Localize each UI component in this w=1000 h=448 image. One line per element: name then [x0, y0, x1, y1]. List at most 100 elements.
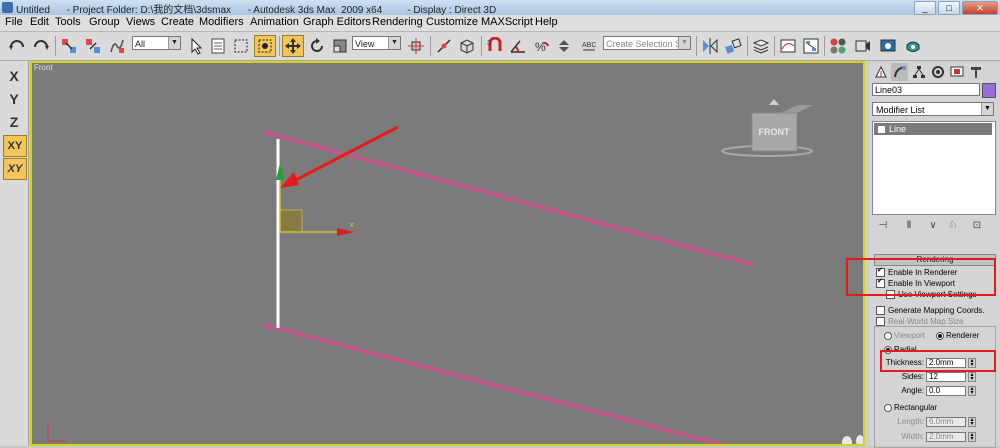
gizmo-x-arrow[interactable]: [337, 228, 354, 236]
select-object-icon[interactable]: [185, 35, 207, 57]
menu-modifiers[interactable]: Modifiers: [199, 16, 244, 28]
viewcube-up-arrow[interactable]: [769, 99, 779, 105]
menu-maxscript[interactable]: MAXScript: [481, 16, 533, 28]
sides-field[interactable]: 12: [926, 372, 966, 382]
front-viewport[interactable]: x FRONT Front: [30, 61, 865, 446]
select-and-scale-icon[interactable]: [329, 35, 351, 57]
material-editor-icon[interactable]: [827, 35, 849, 57]
restrict-to-x-button[interactable]: X: [3, 66, 25, 86]
viewport-radio[interactable]: Viewport: [884, 331, 925, 341]
nav-decoration: [856, 435, 863, 444]
schematic-view-icon[interactable]: [800, 35, 822, 57]
show-end-result-icon[interactable]: Ⅱ: [902, 219, 916, 233]
radio-icon: [884, 403, 892, 412]
sides-spinner[interactable]: ▴ ▾: [968, 372, 976, 382]
annotation-arrow: [287, 125, 399, 186]
spline-line-lower[interactable]: [263, 323, 754, 446]
rectangular-selection-icon[interactable]: [230, 35, 252, 57]
mirror-icon[interactable]: [699, 35, 721, 57]
menu-graph-editors[interactable]: Graph Editors: [303, 16, 371, 28]
menu-edit[interactable]: Edit: [30, 16, 49, 28]
curve-editor-icon[interactable]: [777, 35, 799, 57]
chevron-down-icon: ▼: [388, 37, 400, 49]
snaps-toggle-icon[interactable]: 3: [484, 35, 506, 57]
viewport-label[interactable]: Front: [34, 63, 53, 72]
remove-modifier-icon[interactable]: ♘: [946, 219, 960, 233]
restrict-to-plane-button[interactable]: XY: [3, 158, 27, 180]
maximize-button[interactable]: □: [938, 1, 960, 15]
configure-modifier-sets-icon[interactable]: ⊡: [970, 219, 984, 233]
spinner-snap-icon[interactable]: [553, 35, 575, 57]
pin-stack-icon[interactable]: ⊣: [876, 219, 890, 233]
chevron-down-icon: ▼: [981, 103, 993, 115]
use-pivot-center-icon[interactable]: [405, 35, 427, 57]
stack-item-line[interactable]: Line: [874, 123, 992, 135]
length-field[interactable]: 6.0mm: [926, 417, 966, 427]
viewcube-top[interactable]: [780, 105, 813, 113]
menu-tools[interactable]: Tools: [55, 16, 81, 28]
length-spinner[interactable]: ▴ ▾: [968, 417, 976, 427]
select-by-name-icon[interactable]: [207, 35, 229, 57]
width-field[interactable]: 2.0mm: [926, 432, 966, 442]
chevron-down-icon: ▼: [168, 37, 180, 49]
select-and-rotate-icon[interactable]: [306, 35, 328, 57]
select-and-move-icon[interactable]: [282, 35, 304, 57]
layer-manager-icon[interactable]: [750, 35, 772, 57]
window-crossing-icon[interactable]: [254, 35, 276, 57]
rectangular-radio[interactable]: Rectangular: [884, 403, 937, 413]
title-bar: Untitled - Project Folder: D:\我的文档\3dsma…: [0, 0, 1000, 16]
bind-space-warp-icon[interactable]: [106, 35, 128, 57]
edit-named-selection-icon[interactable]: ABC: [578, 35, 600, 57]
hierarchy-tab-icon[interactable]: [910, 63, 927, 81]
menu-group[interactable]: Group: [89, 16, 120, 28]
restrict-to-y-button[interactable]: Y: [3, 89, 25, 109]
renderer-radio[interactable]: Renderer: [936, 331, 979, 341]
generate-mapping-checkbox[interactable]: Generate Mapping Coords.: [876, 306, 985, 316]
render-setup-icon[interactable]: [852, 35, 874, 57]
reference-coordinate-dropdown[interactable]: View ▼: [352, 36, 401, 50]
angle-spinner[interactable]: ▴ ▾: [968, 386, 976, 396]
modifier-stack: Line: [872, 121, 996, 215]
keyboard-shortcut-override-icon[interactable]: [456, 35, 478, 57]
menu-help[interactable]: Help: [535, 16, 558, 28]
named-selection-dropdown[interactable]: Create Selection Set ▼: [603, 36, 691, 50]
gizmo-plane-handle[interactable]: [279, 209, 303, 233]
modify-tab-icon[interactable]: [891, 63, 908, 81]
redo-icon[interactable]: [30, 35, 52, 57]
minimize-button[interactable]: _: [914, 1, 936, 15]
width-spinner[interactable]: ▴ ▾: [968, 432, 976, 442]
motion-tab-icon[interactable]: [929, 63, 946, 81]
select-and-link-icon[interactable]: [58, 35, 80, 57]
menu-customize[interactable]: Customize: [426, 16, 478, 28]
close-button[interactable]: ✕: [962, 1, 998, 15]
restrict-to-xy-button[interactable]: XY: [3, 135, 27, 157]
selection-filter-dropdown[interactable]: All ▼: [132, 36, 181, 50]
rendered-frame-window-icon[interactable]: [877, 35, 899, 57]
restrict-to-z-button[interactable]: Z: [3, 112, 25, 132]
utilities-tab-icon[interactable]: [967, 63, 984, 81]
make-unique-icon[interactable]: ∨: [926, 219, 940, 233]
object-color-swatch[interactable]: [982, 83, 996, 98]
menu-file[interactable]: File: [5, 16, 23, 28]
width-label: Width:: [901, 432, 924, 441]
modifier-list-dropdown[interactable]: Modifier List ▼: [872, 102, 994, 116]
angle-field[interactable]: 0.0: [926, 386, 966, 396]
window-title: Untitled - Project Folder: D:\我的文档\3dsma…: [16, 5, 497, 16]
create-tab-icon[interactable]: [872, 63, 889, 81]
angle-snap-icon[interactable]: [507, 35, 529, 57]
object-name-field[interactable]: Line03: [872, 83, 980, 96]
unlink-selection-icon[interactable]: [82, 35, 104, 57]
menu-views[interactable]: Views: [126, 16, 155, 28]
select-and-manipulate-icon[interactable]: [433, 35, 455, 57]
display-tab-icon[interactable]: [948, 63, 965, 81]
expand-icon[interactable]: [878, 126, 885, 134]
align-icon[interactable]: [722, 35, 744, 57]
percent-snap-icon[interactable]: %: [530, 35, 552, 57]
undo-icon[interactable]: [6, 35, 28, 57]
rectangular-radio-label: Rectangular: [894, 403, 938, 412]
render-production-icon[interactable]: [902, 35, 924, 57]
menu-animation[interactable]: Animation: [250, 16, 299, 28]
spline-line-upper[interactable]: [263, 130, 755, 267]
menu-create[interactable]: Create: [161, 16, 194, 28]
menu-rendering[interactable]: Rendering: [372, 16, 423, 28]
